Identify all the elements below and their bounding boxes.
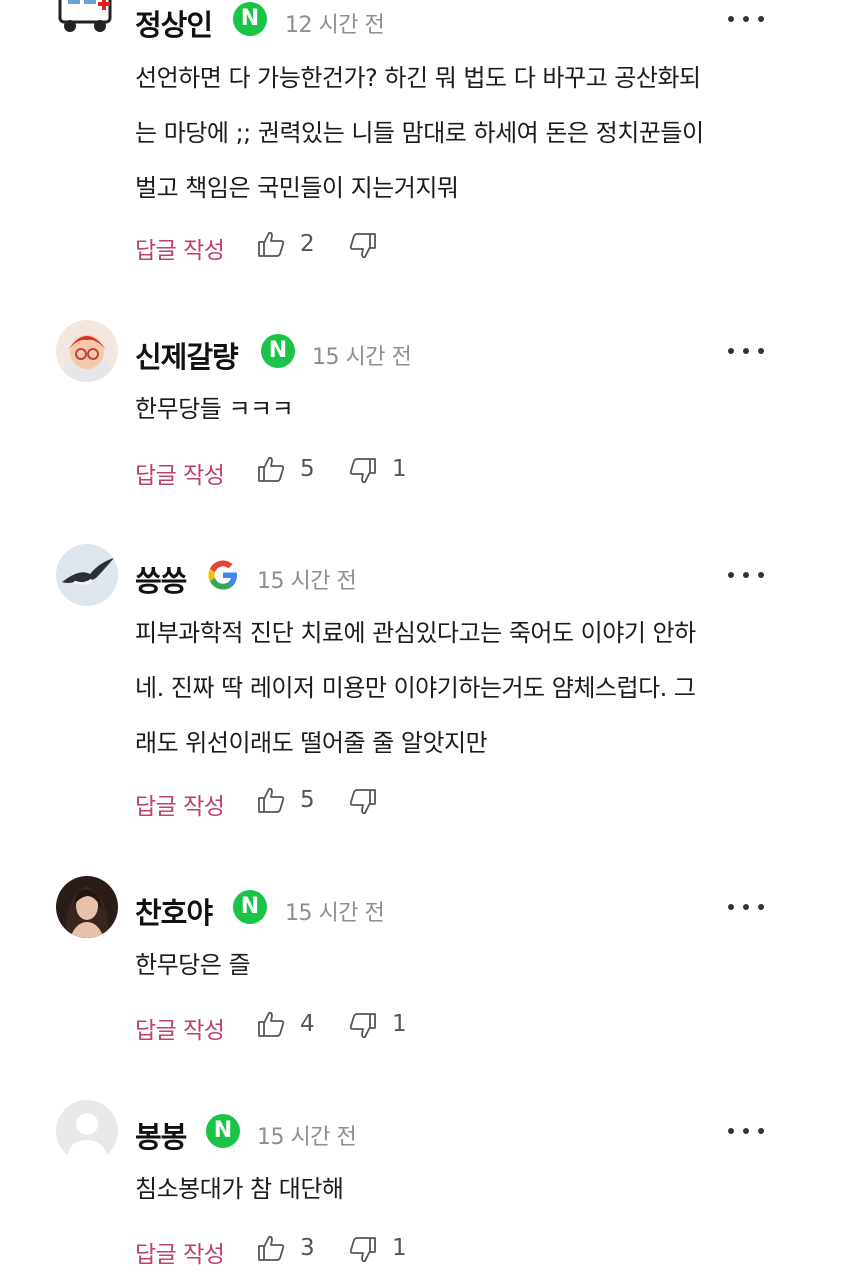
comment-body: 한무당들 ㅋㅋㅋ bbox=[135, 382, 775, 437]
timestamp: 15 시간 전 bbox=[257, 569, 357, 594]
avatar[interactable] bbox=[56, 0, 118, 40]
avatar[interactable] bbox=[56, 876, 118, 938]
comment-line: 한무당은 즐 bbox=[135, 951, 251, 979]
thumbs-down-icon[interactable] bbox=[348, 1011, 378, 1041]
timestamp: 15 시간 전 bbox=[285, 901, 385, 926]
dislike-count: 1 bbox=[392, 456, 407, 482]
timestamp: 15 시간 전 bbox=[257, 1125, 357, 1150]
avatar[interactable] bbox=[56, 320, 118, 382]
thumbs-up-icon[interactable] bbox=[256, 1233, 286, 1263]
like-count: 5 bbox=[300, 456, 315, 482]
dislike-count: 1 bbox=[392, 1011, 407, 1037]
like-count: 3 bbox=[300, 1235, 315, 1261]
author-name[interactable]: 정상인 bbox=[135, 2, 213, 44]
reply-button[interactable]: 답글 작성 bbox=[135, 456, 225, 490]
baby-avatar-icon bbox=[56, 320, 118, 382]
timestamp: 15 시간 전 bbox=[312, 345, 412, 370]
timestamp: 12 시간 전 bbox=[285, 13, 385, 38]
reply-button[interactable]: 답글 작성 bbox=[135, 1235, 225, 1269]
like-count: 5 bbox=[300, 787, 315, 813]
comment-line: 피부과학적 진단 치료에 관심있다고는 죽어도 이야기 안하 bbox=[135, 619, 696, 647]
comment-line: 래도 위선이래도 떨어줄 줄 알앗지만 bbox=[135, 729, 488, 757]
comment-line: 네. 진짜 딱 레이저 미용만 이야기하는거도 얌체스럽다. 그 bbox=[135, 674, 696, 702]
avatar[interactable] bbox=[56, 1100, 118, 1162]
comment-line: 선언하면 다 가능한건가? 하긴 뭐 법도 다 바꾸고 공산화되 bbox=[135, 64, 701, 92]
thumbs-up-icon[interactable] bbox=[256, 229, 286, 259]
like-count: 2 bbox=[300, 231, 315, 257]
naver-badge-icon: N bbox=[233, 890, 267, 924]
portrait-avatar-icon bbox=[56, 876, 118, 938]
thumbs-down-icon[interactable] bbox=[348, 231, 378, 261]
google-badge-icon bbox=[206, 558, 240, 592]
comment-body: 선언하면 다 가능한건가? 하긴 뭐 법도 다 바꾸고 공산화되 는 마당에 ;… bbox=[135, 51, 775, 216]
comment-body: 침소봉대가 참 대단해 bbox=[135, 1162, 775, 1217]
thumbs-up-icon[interactable] bbox=[256, 1009, 286, 1039]
reply-button[interactable]: 답글 작성 bbox=[135, 1011, 225, 1045]
author-name[interactable]: 찬호야 bbox=[135, 890, 213, 932]
comment-line: 는 마당에 ;; 권력있는 니들 맘대로 하세여 돈은 정치꾼들이 bbox=[135, 119, 704, 147]
comment-line: 침소봉대가 참 대단해 bbox=[135, 1175, 344, 1203]
default-user-avatar-icon bbox=[56, 1100, 118, 1162]
author-name[interactable]: 씅씅 bbox=[135, 558, 187, 600]
naver-badge-icon: N bbox=[206, 1114, 240, 1148]
comment-line: 한무당들 ㅋㅋㅋ bbox=[135, 395, 294, 423]
author-name[interactable]: 봉봉 bbox=[135, 1114, 187, 1156]
naver-badge-icon: N bbox=[233, 2, 267, 36]
comment-body: 피부과학적 진단 치료에 관심있다고는 죽어도 이야기 안하 네. 진짜 딱 레… bbox=[135, 606, 775, 771]
thumbs-down-icon[interactable] bbox=[348, 1235, 378, 1265]
comment-line: 벌고 책임은 국민들이 지는거지뭐 bbox=[135, 174, 459, 202]
bird-avatar-icon bbox=[56, 544, 118, 606]
thumbs-down-icon[interactable] bbox=[348, 787, 378, 817]
more-options-icon[interactable] bbox=[728, 897, 764, 917]
comment-body: 한무당은 즐 bbox=[135, 938, 775, 993]
more-options-icon[interactable] bbox=[728, 565, 764, 585]
thumbs-down-icon[interactable] bbox=[348, 456, 378, 486]
reply-button[interactable]: 답글 작성 bbox=[135, 787, 225, 821]
naver-badge-icon: N bbox=[261, 334, 295, 368]
reply-button[interactable]: 답글 작성 bbox=[135, 231, 225, 265]
more-options-icon[interactable] bbox=[728, 1121, 764, 1141]
avatar[interactable] bbox=[56, 544, 118, 606]
more-options-icon[interactable] bbox=[728, 341, 764, 361]
dislike-count: 1 bbox=[392, 1235, 407, 1261]
author-name[interactable]: 신제갈량 bbox=[135, 334, 239, 376]
like-count: 4 bbox=[300, 1011, 315, 1037]
thumbs-up-icon[interactable] bbox=[256, 454, 286, 484]
ambulance-avatar-icon bbox=[58, 0, 112, 32]
more-options-icon[interactable] bbox=[728, 9, 764, 29]
thumbs-up-icon[interactable] bbox=[256, 785, 286, 815]
